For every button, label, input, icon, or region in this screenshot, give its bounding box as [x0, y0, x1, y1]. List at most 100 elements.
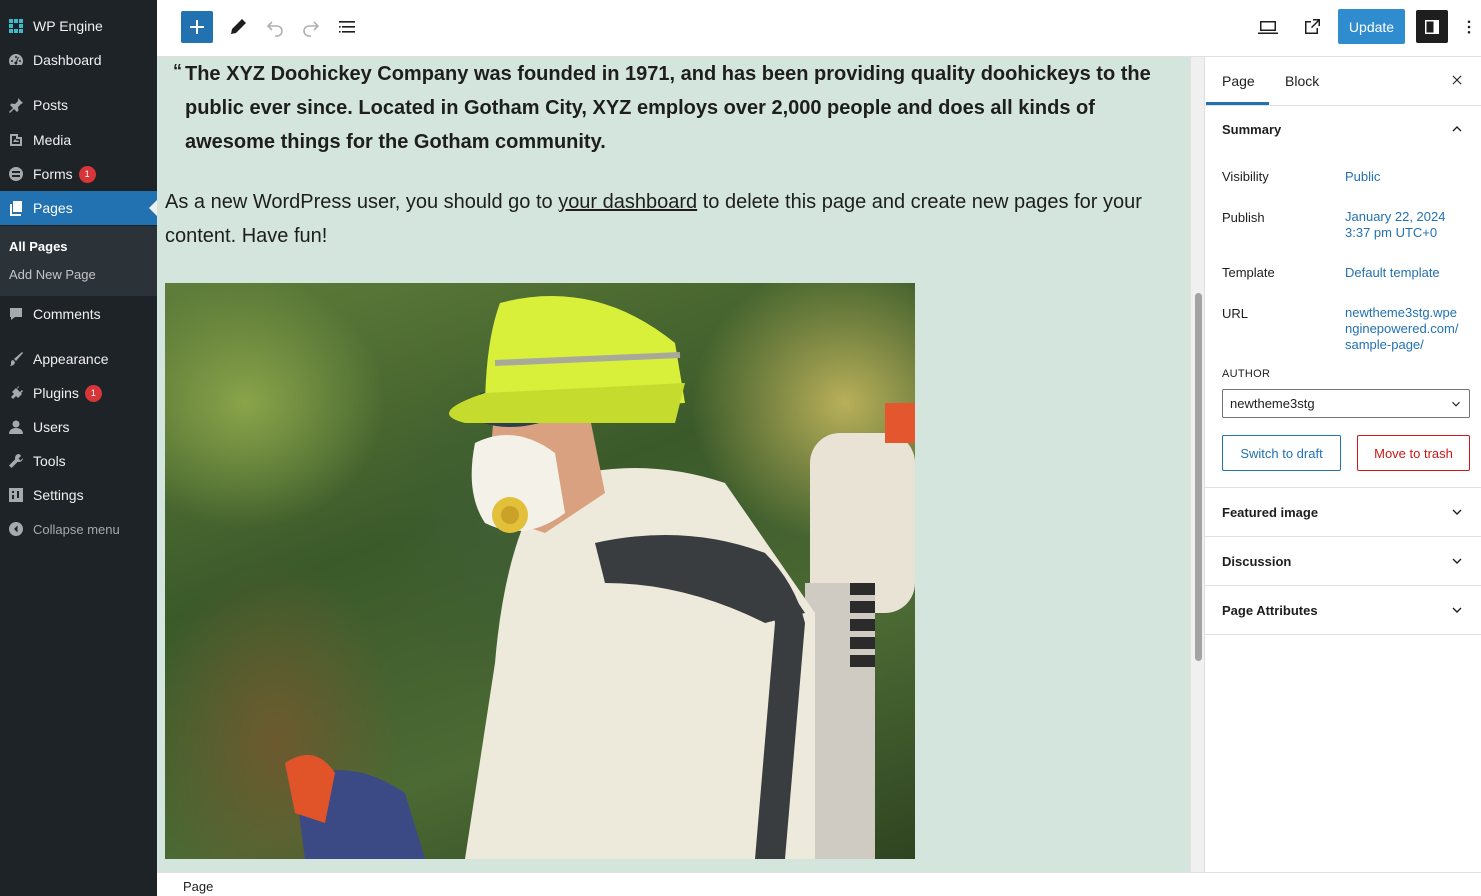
template-value[interactable]: Default template: [1345, 265, 1465, 281]
site-name-link[interactable]: WP Engine: [0, 9, 157, 43]
admin-sidebar: WP Engine Dashboard Posts Media Forms 1 …: [0, 0, 157, 896]
desktop-icon: [1258, 21, 1278, 34]
menu-label: Dashboard: [33, 52, 102, 68]
section-divider: [1205, 585, 1481, 586]
tools-button[interactable]: [226, 15, 250, 39]
menu-item-posts[interactable]: Posts: [0, 88, 157, 122]
menu-label: Forms: [33, 166, 73, 182]
chevron-up-icon[interactable]: [1449, 121, 1465, 137]
editor-footer: Page: [157, 872, 1481, 896]
options-menu-button[interactable]: [1460, 15, 1478, 39]
editor-toolbar: Update: [157, 0, 1481, 57]
settings-sidebar-toggle[interactable]: [1416, 10, 1448, 43]
view-page-button[interactable]: [1300, 15, 1324, 39]
close-icon: [1452, 75, 1462, 85]
undo-button[interactable]: [263, 15, 287, 39]
menu-item-tools[interactable]: Tools: [0, 444, 157, 478]
menu-label: Pages: [33, 200, 73, 216]
menu-label: Settings: [33, 487, 84, 503]
forms-icon: [8, 166, 24, 182]
quote-block[interactable]: The XYZ Doohickey Company was founded in…: [185, 57, 1180, 159]
chevron-down-icon[interactable]: [1449, 504, 1465, 520]
menu-item-pages[interactable]: Pages: [0, 191, 157, 225]
user-icon: [8, 419, 24, 435]
menu-item-forms[interactable]: Forms 1: [0, 157, 157, 191]
list-view-icon: [339, 21, 355, 33]
canvas-scrollbar[interactable]: [1190, 57, 1204, 872]
redo-button[interactable]: [299, 15, 323, 39]
plug-icon: [8, 385, 24, 401]
undo-icon: [266, 21, 283, 37]
add-block-button[interactable]: [181, 11, 213, 43]
scrollbar-thumb[interactable]: [1195, 293, 1202, 661]
menu-label: Users: [33, 419, 70, 435]
menu-item-users[interactable]: Users: [0, 410, 157, 444]
switch-to-draft-button[interactable]: Switch to draft: [1222, 435, 1341, 471]
section-divider: [1205, 487, 1481, 488]
menu-label: Plugins: [33, 385, 79, 401]
author-select[interactable]: newtheme3stg: [1222, 389, 1470, 418]
chevron-down-icon[interactable]: [1449, 553, 1465, 569]
chevron-down-icon: [1452, 401, 1460, 407]
paragraph-block[interactable]: As a new WordPress user, you should go t…: [165, 185, 1165, 253]
preview-button[interactable]: [1256, 15, 1280, 39]
redo-icon: [303, 21, 320, 37]
menu-label: Appearance: [33, 351, 109, 367]
menu-item-settings[interactable]: Settings: [0, 478, 157, 512]
visibility-value[interactable]: Public: [1345, 169, 1465, 185]
quote-mark: “: [173, 61, 182, 81]
collapse-menu-button[interactable]: Collapse menu: [0, 512, 157, 546]
move-to-trash-button[interactable]: Move to trash: [1357, 435, 1470, 471]
menu-label: Comments: [33, 306, 101, 322]
collapse-arrow-icon: [8, 521, 24, 537]
section-divider: [1205, 536, 1481, 537]
settings-panel: Page Block Summary Visibility Public Pub…: [1204, 57, 1481, 872]
wp-engine-logo-icon: [8, 18, 24, 34]
url-value[interactable]: newtheme3stg.wpenginepowered.com/sample-…: [1345, 305, 1463, 353]
brush-icon: [8, 351, 24, 367]
tabs-divider: [1205, 105, 1481, 106]
collapse-menu-label: Collapse menu: [33, 521, 120, 537]
menu-item-plugins[interactable]: Plugins 1: [0, 376, 157, 410]
chevron-down-icon[interactable]: [1449, 602, 1465, 618]
menu-item-comments[interactable]: Comments: [0, 297, 157, 331]
worker-photo: [285, 296, 915, 859]
pin-icon: [8, 97, 24, 113]
wrench-icon: [8, 453, 24, 469]
tab-page[interactable]: Page: [1222, 73, 1255, 89]
plugins-count-badge: 1: [84, 384, 102, 402]
forms-count-badge: 1: [78, 165, 96, 183]
menu-item-appearance[interactable]: Appearance: [0, 342, 157, 376]
url-label: URL: [1222, 306, 1249, 321]
discussion-section-title[interactable]: Discussion: [1222, 554, 1291, 569]
menu-item-dashboard[interactable]: Dashboard: [0, 43, 157, 77]
visibility-label: Visibility: [1222, 169, 1269, 184]
image-block[interactable]: [165, 283, 915, 859]
dashboard-link[interactable]: your dashboard: [558, 191, 697, 213]
media-icon: [8, 132, 24, 148]
sidebar-icon: [1425, 19, 1439, 34]
editor-canvas[interactable]: “ The XYZ Doohickey Company was founded …: [157, 57, 1190, 872]
submenu-add-new-page[interactable]: Add New Page: [9, 267, 96, 282]
page-attributes-section-title[interactable]: Page Attributes: [1222, 603, 1318, 618]
settings-icon: [8, 487, 24, 503]
block-breadcrumb[interactable]: Page: [183, 879, 213, 894]
document-overview-button[interactable]: [335, 15, 359, 39]
menu-label: Tools: [33, 453, 66, 469]
publish-label: Publish: [1222, 210, 1265, 225]
submenu-all-pages[interactable]: All Pages: [9, 239, 68, 254]
menu-item-media[interactable]: Media: [0, 123, 157, 157]
comment-icon: [8, 306, 24, 322]
update-button[interactable]: Update: [1338, 9, 1405, 44]
close-panel-button[interactable]: [1448, 70, 1466, 90]
menu-label: Posts: [33, 97, 69, 113]
tab-block[interactable]: Block: [1285, 73, 1319, 89]
section-divider: [1205, 634, 1481, 635]
dashboard-icon: [8, 52, 24, 68]
summary-section-title[interactable]: Summary: [1222, 122, 1281, 137]
author-label: AUTHOR: [1222, 368, 1271, 380]
featured-image-section-title[interactable]: Featured image: [1222, 505, 1318, 520]
publish-date-value[interactable]: January 22, 2024 3:37 pm UTC+0: [1345, 209, 1460, 241]
paragraph-text-start: As a new WordPress user, you should go t…: [165, 191, 559, 213]
pencil-icon: [231, 19, 246, 34]
